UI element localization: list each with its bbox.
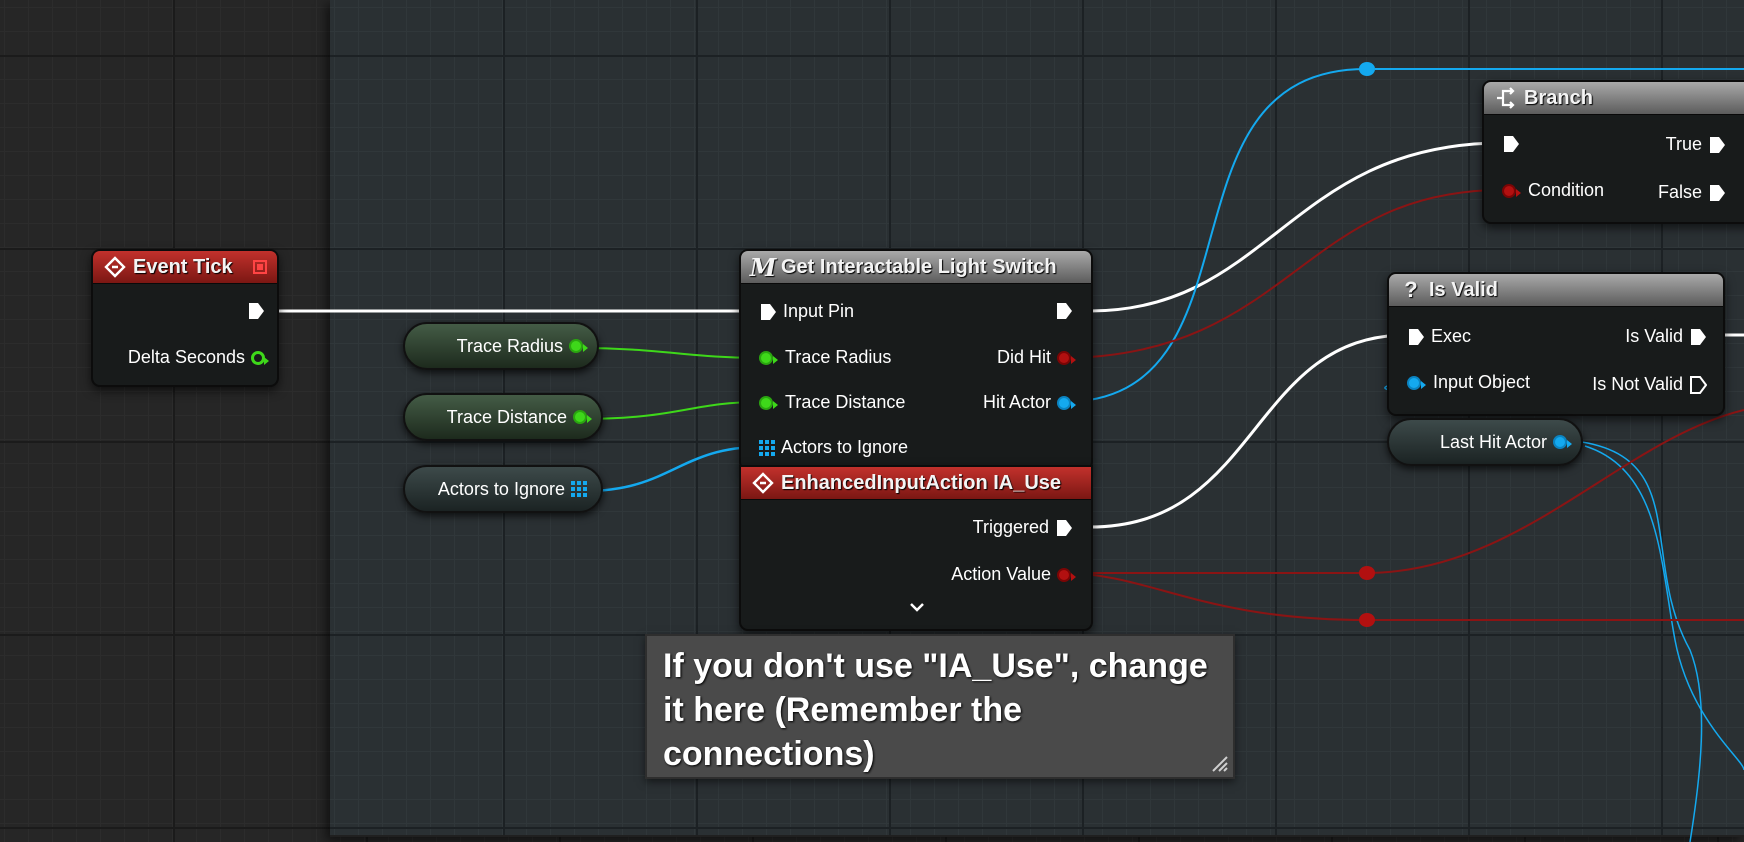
event-tick-header[interactable]: Event Tick bbox=[93, 251, 277, 284]
resize-grip-icon[interactable] bbox=[1209, 753, 1229, 773]
get-light-switch-title: Get Interactable Light Switch bbox=[781, 255, 1057, 278]
trace-distance-pin[interactable] bbox=[759, 395, 778, 410]
comment-text: If you don't use "IA_Use", change it her… bbox=[663, 647, 1208, 773]
actors-to-ignore-getter-label: Actors to Ignore bbox=[437, 478, 565, 499]
is-valid-out-label: Is Valid bbox=[1625, 326, 1683, 346]
condition-pin[interactable] bbox=[1502, 183, 1521, 198]
expand-chevron-down-icon[interactable] bbox=[909, 601, 925, 613]
trace-distance-getter[interactable]: Trace Distance bbox=[403, 393, 603, 441]
actors-to-ignore-pin[interactable] bbox=[759, 439, 775, 456]
delta-seconds-label: Delta Seconds bbox=[127, 347, 245, 367]
is-not-valid-out-label: Is Not Valid bbox=[1592, 374, 1683, 394]
event-diamond-icon bbox=[751, 471, 775, 495]
true-exec-pin[interactable] bbox=[1708, 135, 1726, 155]
condition-label: Condition bbox=[1528, 180, 1605, 200]
branch-title: Branch bbox=[1524, 86, 1593, 109]
input-object-label: Input Object bbox=[1433, 372, 1531, 392]
hit-actor-pin[interactable] bbox=[1057, 395, 1076, 410]
input-pin-label: Input Pin bbox=[783, 301, 855, 321]
macro-icon: M bbox=[749, 252, 777, 282]
is-not-valid-exec-out-pin[interactable] bbox=[1689, 375, 1707, 395]
is-valid-exec-in-pin[interactable] bbox=[1407, 327, 1425, 347]
reroute-knot-object[interactable] bbox=[1359, 62, 1375, 76]
get-light-switch-node[interactable]: M Get Interactable Light Switch Input Pi… bbox=[739, 249, 1093, 471]
is-valid-header[interactable]: ? Is Valid bbox=[1389, 274, 1723, 307]
trace-radius-pin[interactable] bbox=[759, 350, 778, 365]
wire-array-actors bbox=[584, 445, 761, 493]
wire-exec-triggered bbox=[1089, 333, 1408, 529]
action-value-pin[interactable] bbox=[1057, 567, 1076, 582]
trace-distance-getter-label: Trace Distance bbox=[446, 406, 567, 427]
comment-note[interactable]: If you don't use "IA_Use", change it her… bbox=[645, 634, 1235, 779]
branch-exec-in-pin[interactable] bbox=[1502, 134, 1520, 154]
branch-icon bbox=[1494, 86, 1518, 110]
question-icon: ? bbox=[1404, 277, 1418, 302]
output-exec-pin[interactable] bbox=[1055, 301, 1073, 321]
get-light-switch-header[interactable]: M Get Interactable Light Switch bbox=[741, 251, 1091, 284]
event-tick-title: Event Tick bbox=[133, 255, 233, 278]
false-label: False bbox=[1657, 182, 1702, 202]
input-action-title: EnhancedInputAction IA_Use bbox=[781, 471, 1062, 494]
true-label: True bbox=[1665, 134, 1702, 154]
wire-float-radius bbox=[577, 347, 761, 359]
reroute-knot-bool-2[interactable] bbox=[1359, 613, 1375, 627]
actors-to-ignore-getter[interactable]: Actors to Ignore bbox=[403, 465, 603, 513]
trace-radius-getter-pin[interactable] bbox=[569, 339, 588, 353]
false-exec-pin[interactable] bbox=[1708, 183, 1726, 203]
wire-last-hit-actor bbox=[1581, 441, 1703, 842]
triggered-label: Triggered bbox=[972, 517, 1049, 537]
wire-hit-actor bbox=[1062, 68, 1367, 403]
input-exec-pin[interactable] bbox=[759, 302, 777, 322]
reroute-knot-bool-1[interactable] bbox=[1359, 566, 1375, 580]
exec-label: Exec bbox=[1431, 326, 1472, 346]
branch-node[interactable]: Branch Condition True False bbox=[1482, 80, 1744, 224]
input-action-node[interactable]: EnhancedInputAction IA_Use Triggered Act… bbox=[739, 465, 1093, 631]
trace-distance-label: Trace Distance bbox=[785, 392, 906, 412]
trace-radius-getter[interactable]: Trace Radius bbox=[403, 322, 599, 370]
event-diamond-icon bbox=[103, 255, 127, 279]
is-valid-title: Is Valid bbox=[1429, 278, 1498, 301]
input-action-header[interactable]: EnhancedInputAction IA_Use bbox=[741, 467, 1091, 500]
action-value-label: Action Value bbox=[951, 564, 1051, 584]
did-hit-pin[interactable] bbox=[1057, 350, 1076, 365]
event-tick-node[interactable]: Event Tick Delta Seconds bbox=[91, 249, 279, 387]
delta-seconds-pin[interactable] bbox=[251, 350, 269, 365]
input-object-pin[interactable] bbox=[1407, 375, 1426, 390]
wire-action-value-b bbox=[1061, 572, 1744, 621]
wire-last-hit-actor-2 bbox=[1584, 445, 1744, 771]
exec-out-pin[interactable] bbox=[247, 301, 265, 321]
last-hit-actor-getter-pin[interactable] bbox=[1553, 435, 1572, 449]
last-hit-actor-getter[interactable]: Last Hit Actor bbox=[1387, 418, 1583, 466]
wire-float-distance bbox=[579, 401, 761, 420]
trace-distance-getter-pin[interactable] bbox=[573, 410, 592, 424]
is-valid-node[interactable]: ? Is Valid Exec Input Object Is Valid Is… bbox=[1387, 272, 1725, 416]
actors-to-ignore-label: Actors to Ignore bbox=[781, 437, 909, 457]
last-hit-actor-getter-label: Last Hit Actor bbox=[1439, 431, 1547, 452]
branch-header[interactable]: Branch bbox=[1484, 82, 1744, 115]
array-pin-icon[interactable] bbox=[571, 481, 587, 497]
breakpoint-icon[interactable] bbox=[253, 260, 267, 274]
hit-actor-label: Hit Actor bbox=[982, 392, 1051, 412]
triggered-exec-pin[interactable] bbox=[1055, 518, 1073, 538]
is-valid-exec-out-pin[interactable] bbox=[1689, 327, 1707, 347]
trace-radius-getter-label: Trace Radius bbox=[456, 335, 563, 356]
trace-radius-label: Trace Radius bbox=[785, 347, 892, 367]
did-hit-label: Did Hit bbox=[996, 347, 1051, 367]
